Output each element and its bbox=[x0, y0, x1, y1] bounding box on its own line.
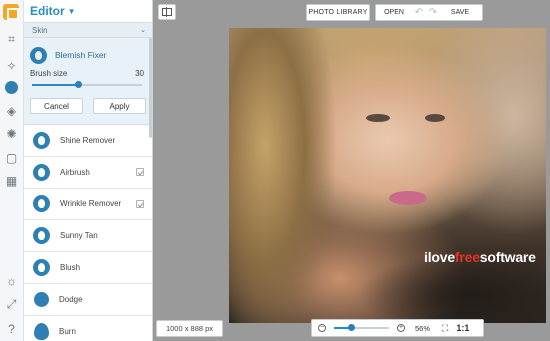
crop-icon[interactable]: ⌗ bbox=[4, 32, 19, 47]
tool-list-item[interactable]: Shine Remover bbox=[24, 125, 152, 157]
help-icon[interactable]: ? bbox=[4, 321, 19, 336]
tool-label: Airbrush bbox=[60, 167, 90, 177]
category-dropdown[interactable]: Skin ⌄ bbox=[24, 22, 152, 38]
tool-list-item[interactable]: Dodge bbox=[24, 284, 152, 316]
active-tool-title: Blemish Fixer bbox=[55, 50, 107, 60]
apply-button[interactable]: Apply bbox=[93, 98, 146, 114]
layers-icon[interactable]: ◈ bbox=[4, 103, 19, 118]
chevron-down-icon: ▼ bbox=[67, 6, 76, 16]
actual-size-button[interactable]: 1:1 bbox=[456, 323, 469, 333]
active-tool-panel: Blemish Fixer Brush size 30 Cancel Apply bbox=[24, 38, 152, 125]
editor-menu[interactable]: Editor ▼ bbox=[24, 0, 152, 22]
app-logo-icon[interactable] bbox=[3, 4, 19, 20]
redo-icon[interactable]: ↷ bbox=[426, 5, 440, 20]
editor-title: Editor bbox=[30, 4, 65, 18]
tool-list-item[interactable]: Airbrush bbox=[24, 157, 152, 189]
applied-checkbox[interactable] bbox=[136, 199, 144, 208]
face-icon bbox=[33, 163, 50, 181]
cancel-button[interactable]: Cancel bbox=[30, 98, 83, 114]
face-icon bbox=[33, 131, 50, 149]
face-icon bbox=[33, 259, 50, 277]
fullscreen-icon[interactable]: ⤢ bbox=[4, 297, 19, 312]
compare-icon bbox=[162, 7, 172, 17]
magnify-icon bbox=[34, 291, 49, 307]
watermark-part: software bbox=[479, 249, 536, 265]
watermark: ilovefreesoftware bbox=[424, 249, 536, 265]
magic-wand-icon[interactable]: ✧ bbox=[4, 58, 19, 73]
panel-scrollbar[interactable] bbox=[149, 38, 152, 138]
tool-label: Dodge bbox=[59, 294, 83, 304]
tool-label: Wrinkle Remover bbox=[60, 199, 122, 209]
face-icon bbox=[33, 227, 50, 245]
zoom-out-icon[interactable]: − bbox=[318, 324, 326, 332]
tool-list-item[interactable]: Wrinkle Remover bbox=[24, 189, 152, 221]
brush-size-slider[interactable] bbox=[30, 80, 146, 90]
tool-list-item[interactable]: Blush bbox=[24, 252, 152, 284]
slider-handle[interactable] bbox=[75, 81, 82, 88]
face-icon bbox=[33, 195, 50, 213]
brush-size-value: 30 bbox=[135, 69, 144, 78]
chevron-down-icon: ⌄ bbox=[140, 27, 146, 34]
face-icon bbox=[30, 46, 47, 64]
undo-icon[interactable]: ↶ bbox=[412, 5, 426, 20]
tool-list-item[interactable]: Burn bbox=[24, 316, 152, 341]
file-actions-group: OPEN ↶ ↷ SAVE bbox=[375, 4, 483, 21]
compare-button[interactable] bbox=[158, 4, 176, 20]
left-toolbar: ⌗ ✧ ◈ ✺ ▢ ▦ ☼ ⤢ ? bbox=[0, 0, 24, 341]
zoom-slider[interactable] bbox=[334, 323, 389, 333]
flame-icon bbox=[34, 322, 49, 340]
tool-label: Burn bbox=[59, 326, 76, 336]
category-label: Skin bbox=[32, 25, 48, 35]
frame-icon[interactable]: ▢ bbox=[4, 150, 19, 165]
photo-canvas[interactable]: ilovefreesoftware bbox=[229, 28, 546, 323]
open-button[interactable]: OPEN bbox=[376, 5, 412, 20]
palette-icon[interactable]: ✺ bbox=[4, 126, 19, 141]
face-retouch-icon[interactable] bbox=[4, 80, 19, 95]
image-dimensions: 1000 x 888 px bbox=[156, 320, 223, 337]
zoom-in-icon[interactable]: + bbox=[397, 324, 405, 332]
watermark-part: free bbox=[454, 249, 480, 265]
tool-label: Shine Remover bbox=[60, 135, 116, 145]
applied-checkbox[interactable] bbox=[136, 167, 144, 176]
save-button[interactable]: SAVE bbox=[440, 5, 480, 20]
photo-region-eye bbox=[425, 114, 445, 122]
photo-region-lips bbox=[389, 191, 427, 205]
zoom-bar: − + 56% ⛶ 1:1 bbox=[311, 319, 484, 337]
tool-list-item[interactable]: Sunny Tan bbox=[24, 220, 152, 253]
tool-list: Shine Remover Airbrush Wrinkle Remover Sunn… bbox=[24, 125, 152, 341]
brush-size-label: Brush size bbox=[30, 69, 68, 78]
editor-panel: Editor ▼ Skin ⌄ Blemish Fixer Brush size… bbox=[24, 0, 153, 341]
tool-label: Sunny Tan bbox=[60, 231, 98, 241]
zoom-percent: 56% bbox=[415, 323, 431, 333]
lightbulb-icon[interactable]: ☼ bbox=[4, 273, 19, 288]
texture-icon[interactable]: ▦ bbox=[4, 173, 19, 188]
watermark-part: ilove bbox=[424, 249, 455, 265]
slider-handle[interactable] bbox=[348, 324, 355, 331]
photo-region-hair bbox=[229, 28, 349, 323]
fit-screen-icon[interactable]: ⛶ bbox=[442, 323, 448, 334]
tool-label: Blush bbox=[60, 263, 81, 273]
photo-region-eye bbox=[366, 114, 390, 122]
photo-library-button[interactable]: PHOTO LIBRARY bbox=[306, 4, 370, 21]
